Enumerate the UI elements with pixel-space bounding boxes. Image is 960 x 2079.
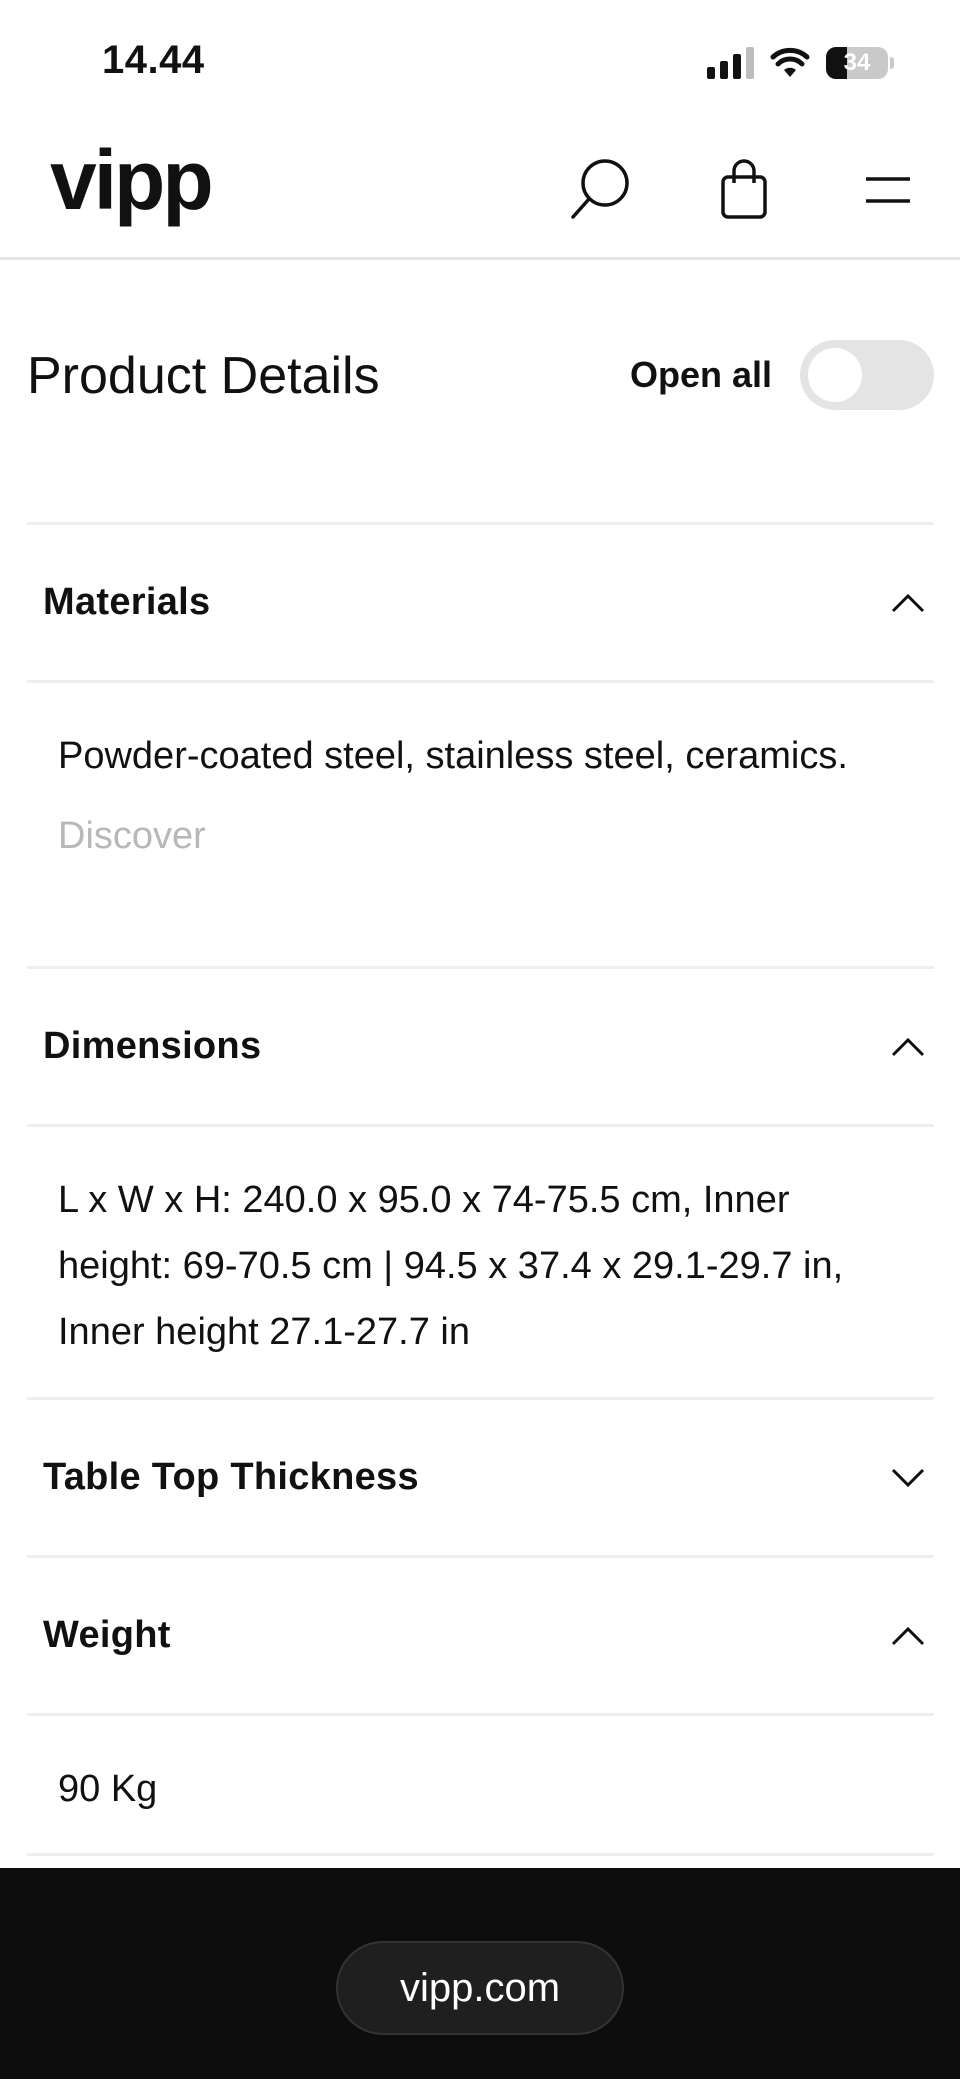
discover-link[interactable]: Discover xyxy=(58,803,894,869)
status-icons: 34 xyxy=(707,44,894,82)
signal-icon xyxy=(707,47,754,79)
chevron-down-icon xyxy=(888,1458,928,1498)
toggle-knob xyxy=(808,348,862,402)
accordion-title: Dimensions xyxy=(43,1025,262,1067)
menu-button[interactable] xyxy=(848,150,928,230)
accordion-title: Materials xyxy=(43,581,211,623)
accordion-header-dimensions[interactable]: Dimensions xyxy=(27,969,934,1124)
browser-bottom-bar: vipp.com xyxy=(0,1868,960,2079)
dimensions-text: L x W x H: 240.0 x 95.0 x 74-75.5 cm, In… xyxy=(58,1179,844,1353)
chevron-up-icon xyxy=(888,1616,928,1656)
accordion-header-table-top-thickness[interactable]: Table Top Thickness xyxy=(27,1400,934,1555)
battery-icon: 34 xyxy=(826,47,888,79)
accordion-body-dimensions: L x W x H: 240.0 x 95.0 x 74-75.5 cm, In… xyxy=(27,1124,934,1397)
accordion-header-weight[interactable]: Weight xyxy=(27,1558,934,1713)
product-details-accordion: Materials Powder-coated steel, stainless… xyxy=(27,522,934,1856)
battery-level: 34 xyxy=(843,49,871,76)
product-details-header: Product Details Open all xyxy=(0,330,960,420)
open-all-label: Open all xyxy=(630,354,773,395)
accordion-header-materials[interactable]: Materials xyxy=(27,525,934,680)
chevron-up-icon xyxy=(888,1027,928,1067)
accordion-section-materials: Materials Powder-coated steel, stainless… xyxy=(27,522,934,966)
search-button[interactable] xyxy=(560,150,640,230)
site-header: vipp xyxy=(0,120,960,260)
weight-text: 90 Kg xyxy=(58,1768,158,1810)
chevron-up-icon xyxy=(888,583,928,623)
status-time: 14.44 xyxy=(102,38,205,82)
accordion-section-next xyxy=(27,1853,934,1856)
open-all-toggle[interactable] xyxy=(800,340,934,410)
accordion-body-weight: 90 Kg xyxy=(27,1713,934,1853)
page-title: Product Details xyxy=(27,347,380,405)
materials-text: Powder-coated steel, stainless steel, ce… xyxy=(58,735,848,777)
accordion-section-weight: Weight 90 Kg xyxy=(27,1555,934,1853)
url-bar[interactable]: vipp.com xyxy=(336,1941,624,2035)
accordion-title: Weight xyxy=(43,1614,171,1656)
search-icon xyxy=(571,159,629,219)
accordion-title: Table Top Thickness xyxy=(43,1456,419,1498)
accordion-section-dimensions: Dimensions L x W x H: 240.0 x 95.0 x 74-… xyxy=(27,966,934,1397)
shopping-bag-icon xyxy=(721,159,767,219)
vipp-logo[interactable]: vipp xyxy=(50,138,214,222)
cart-button[interactable] xyxy=(704,150,784,230)
status-bar: 14.44 34 xyxy=(0,0,960,120)
wifi-icon xyxy=(770,47,810,77)
accordion-body-materials: Powder-coated steel, stainless steel, ce… xyxy=(27,680,934,966)
menu-icon xyxy=(866,177,910,203)
accordion-section-table-top-thickness: Table Top Thickness xyxy=(27,1397,934,1555)
